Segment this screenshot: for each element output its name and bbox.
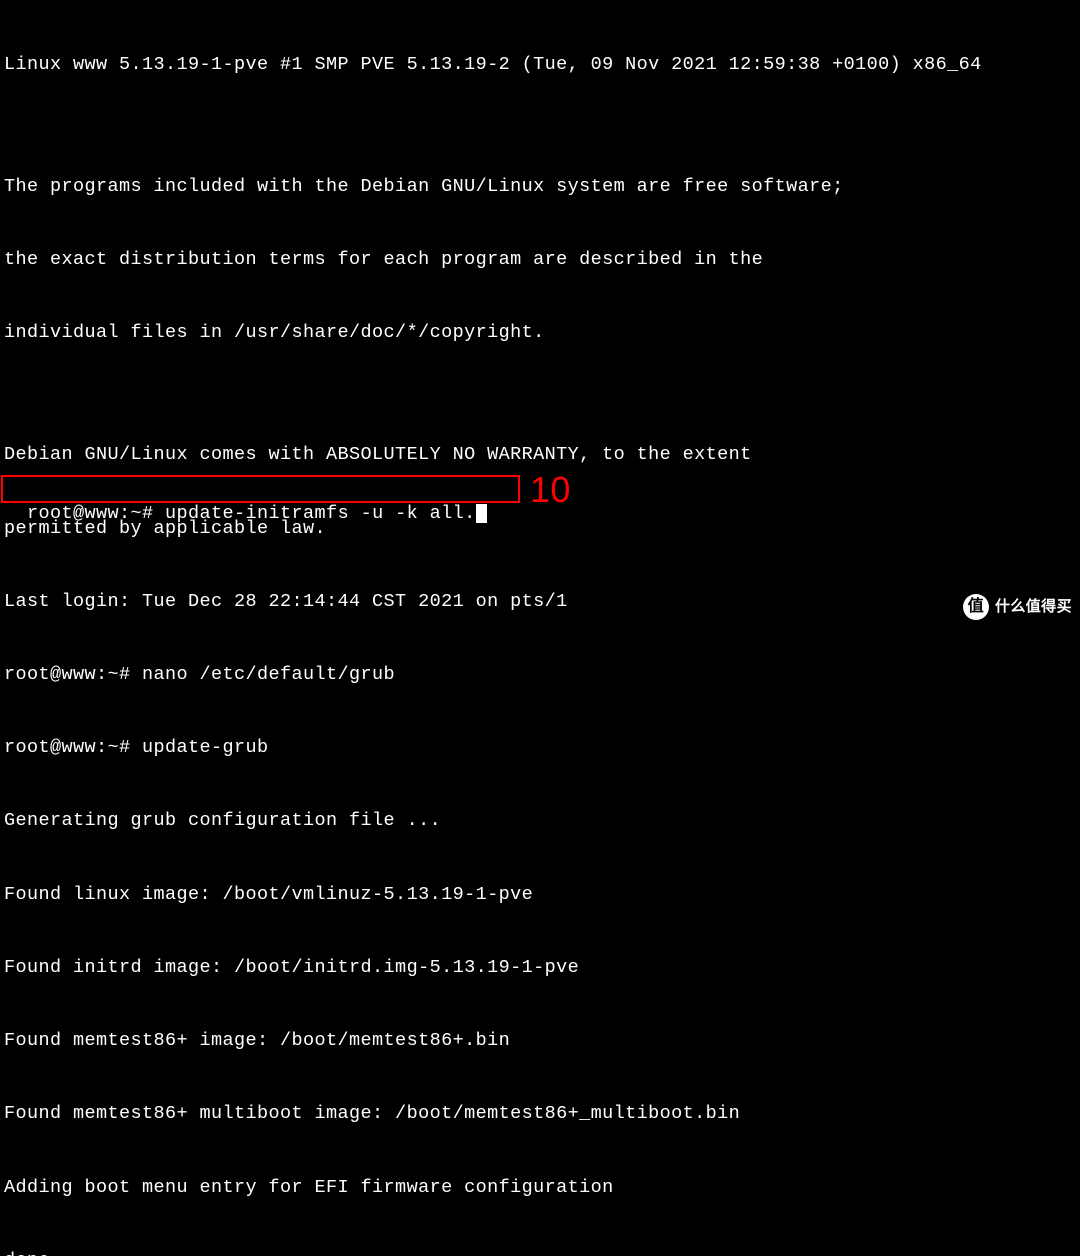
- terminal-line: Found linux image: /boot/vmlinuz-5.13.19…: [4, 883, 1076, 907]
- terminal-line: Generating grub configuration file ...: [4, 809, 1076, 833]
- command-text: root@www:~# update-initramfs -u -k all.: [27, 503, 476, 524]
- terminal-line: The programs included with the Debian GN…: [4, 175, 1076, 199]
- terminal-current-command[interactable]: root@www:~# update-initramfs -u -k all.: [4, 478, 487, 527]
- watermark: 值 什么值得买: [963, 594, 1072, 620]
- watermark-text: 什么值得买: [995, 597, 1072, 617]
- terminal-line: individual files in /usr/share/doc/*/cop…: [4, 321, 1076, 345]
- terminal-cursor: [476, 504, 487, 523]
- terminal-line: done: [4, 1249, 1076, 1256]
- terminal-line: the exact distribution terms for each pr…: [4, 248, 1076, 272]
- terminal-line: Adding boot menu entry for EFI firmware …: [4, 1176, 1076, 1200]
- annotation-number: 10: [530, 466, 571, 514]
- watermark-icon: 值: [963, 594, 989, 620]
- terminal-output[interactable]: Linux www 5.13.19-1-pve #1 SMP PVE 5.13.…: [0, 0, 1080, 1256]
- terminal-line: Linux www 5.13.19-1-pve #1 SMP PVE 5.13.…: [4, 53, 1076, 77]
- terminal-line: Found initrd image: /boot/initrd.img-5.1…: [4, 956, 1076, 980]
- terminal-line: Found memtest86+ image: /boot/memtest86+…: [4, 1029, 1076, 1053]
- terminal-line: root@www:~# update-grub: [4, 736, 1076, 760]
- terminal-line: Found memtest86+ multiboot image: /boot/…: [4, 1102, 1076, 1126]
- terminal-line: root@www:~# nano /etc/default/grub: [4, 663, 1076, 687]
- terminal-line: Last login: Tue Dec 28 22:14:44 CST 2021…: [4, 590, 1076, 614]
- terminal-line: Debian GNU/Linux comes with ABSOLUTELY N…: [4, 443, 1076, 467]
